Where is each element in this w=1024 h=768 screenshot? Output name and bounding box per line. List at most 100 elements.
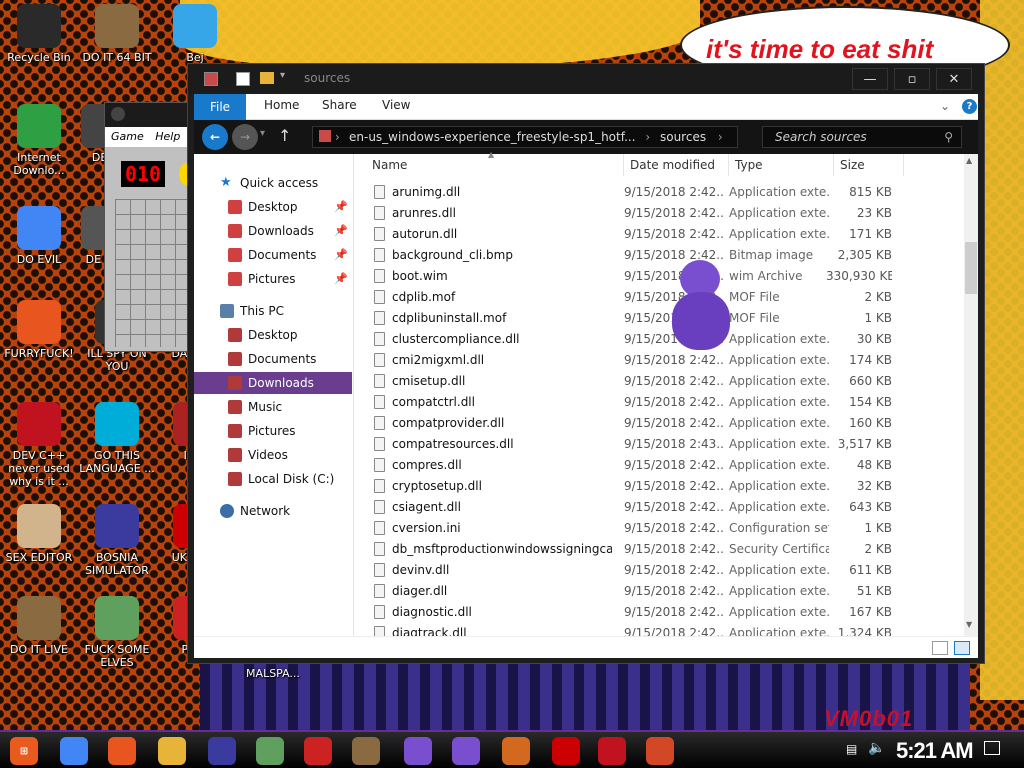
file-row[interactable]: cryptosetup.dll 9/15/2018 2:42... Applicat… [354,476,964,497]
desktop-icon[interactable]: Bej [156,4,234,64]
maximize-button[interactable]: ▫ [894,68,930,90]
tray-network-icon[interactable]: ▤ [846,742,857,756]
file-row[interactable]: compres.dll 9/15/2018 2:42... Application … [354,455,964,476]
nav-pc-videos[interactable]: Videos [194,444,352,466]
devcpp-icon[interactable] [598,737,626,765]
file-row[interactable]: background_cli.bmp 9/15/2018 2:42... Bitma… [354,245,964,266]
file-row[interactable]: compatresources.dll 9/15/2018 2:43... Appl… [354,434,964,455]
menu-help[interactable]: Help [155,130,180,143]
nav-pc-local-disk-c-[interactable]: Local Disk (C:) [194,468,352,490]
desktop-icon[interactable]: DEV C++ never used why is it ... [0,402,78,488]
file-row[interactable]: arunres.dll 9/15/2018 2:42... Application … [354,203,964,224]
file-row[interactable]: cdplib.mof 9/15/2018 2:42... MOF File 2 KB [354,287,964,308]
app-icon[interactable] [502,737,530,765]
file-row[interactable]: autorun.dll 9/15/2018 2:42... Application … [354,224,964,245]
column-header-size[interactable]: Size [834,154,904,176]
scroll-up-icon[interactable]: ▲ [966,156,972,165]
minesweeper-titlebar[interactable] [105,103,191,127]
desktop-icon[interactable]: BOSNIA SIMULATOR [78,504,156,577]
nav-pc-documents[interactable]: Documents [194,348,352,370]
customize-qat-icon[interactable]: ▾ [280,70,285,81]
pin-icon[interactable]: 📌 [334,244,348,266]
file-row[interactable]: diagtrack.dll 9/15/2018 2:42... Applicatio… [354,623,964,636]
expand-ribbon-icon[interactable]: ⌄ [940,99,950,113]
chrome-icon[interactable] [60,737,88,765]
pin-icon[interactable]: 📌 [334,196,348,218]
lady-icon[interactable] [352,737,380,765]
column-header-type[interactable]: Type [729,154,834,176]
column-header-date[interactable]: Date modified [624,154,729,176]
start-button[interactable]: ⊞ [10,737,38,765]
radiation-icon[interactable] [552,737,580,765]
bonzi-character[interactable] [668,260,734,358]
nav-quick-desktop[interactable]: Desktop 📌 [194,196,352,218]
help-icon[interactable]: ? [962,99,977,114]
nav-pc-downloads[interactable]: Downloads [194,372,352,394]
nav-quick-pictures[interactable]: Pictures 📌 [194,268,352,290]
bonzi-icon[interactable] [404,737,432,765]
nav-quick-access[interactable]: ★ Quick access [194,172,352,194]
desktop-icon[interactable]: DO IT LIVE [0,596,78,656]
breadcrumb[interactable]: › en-us_windows-experience_freestyle-sp1… [312,126,738,148]
file-row[interactable]: diagnostic.dll 9/15/2018 2:42... Applicati… [354,602,964,623]
file-row[interactable]: cmisetup.dll 9/15/2018 2:42... Application… [354,371,964,392]
close-button[interactable]: ✕ [936,68,972,90]
scroll-down-icon[interactable]: ▼ [966,620,972,629]
tab-share[interactable]: Share [322,98,357,112]
nav-quick-documents[interactable]: Documents 📌 [194,244,352,266]
vertical-scrollbar[interactable]: ▲ ▼ [964,154,978,636]
nav-network[interactable]: Network [194,500,352,522]
minesweeper-window[interactable]: Game Help 010 [104,102,193,352]
pin-icon[interactable]: 📌 [334,268,348,290]
notifications-icon[interactable] [984,741,1000,755]
file-row[interactable]: compatctrl.dll 9/15/2018 2:42... Applicati… [354,392,964,413]
elf-icon[interactable] [256,737,284,765]
clock[interactable]: 5:21 AM [896,738,974,764]
file-row[interactable]: boot.wim 9/15/2018 2:42... wim Archive 330,… [354,266,964,287]
nav-pc-desktop[interactable]: Desktop [194,324,352,346]
properties-icon[interactable] [236,72,250,86]
titlebar[interactable]: ▾ sources — ▫ ✕ [188,64,984,94]
file-row[interactable]: clustercompliance.dll 9/15/2018 2:42... Ap… [354,329,964,350]
file-row[interactable]: cversion.ini 9/15/2018 2:42... Configurati… [354,518,964,539]
desktop-icon[interactable]: SEX EDITOR [0,504,78,564]
volume-icon[interactable]: 🔈 [868,740,885,756]
file-row[interactable]: csiagent.dll 9/15/2018 2:42... Application… [354,497,964,518]
desktop-icon[interactable]: FUCK SOME ELVES [78,596,156,669]
firefox-icon[interactable] [108,737,136,765]
file-row[interactable]: diager.dll 9/15/2018 2:42... Application e… [354,581,964,602]
desktop-icon[interactable]: Recycle Bin [0,4,78,64]
back-button[interactable]: ← [202,124,228,150]
breadcrumb-parent[interactable]: en-us_windows-experience_freestyle-sp1_h… [349,130,636,144]
powerpoint-icon[interactable] [646,737,674,765]
up-button[interactable]: ↑ [278,126,291,145]
details-view-icon[interactable] [932,641,948,655]
search-input[interactable]: Search sources ⚲ [762,126,962,148]
tab-file[interactable]: File [194,94,246,120]
file-row[interactable]: arunimg.dll 9/15/2018 2:42... Application … [354,182,964,203]
pegg-icon[interactable] [304,737,332,765]
nav-this-pc[interactable]: This PC [194,300,352,322]
forward-button[interactable]: → [232,124,258,150]
bonzi2-icon[interactable] [452,737,480,765]
desktop-icon[interactable]: GO THIS LANGUAGE ... [78,402,156,475]
tab-view[interactable]: View [382,98,410,112]
recent-locations-icon[interactable]: ▾ [260,128,265,139]
bosnia-icon[interactable] [208,737,236,765]
new-folder-icon[interactable] [260,72,274,84]
desktop-icon[interactable]: DO IT 64 BIT [78,4,156,64]
nav-pc-pictures[interactable]: Pictures [194,420,352,442]
desktop-icon[interactable]: FURRYFUCK! [0,300,78,360]
file-row[interactable]: cdplibuninstall.mof9/15/2018 2:42...MOF … [354,308,964,329]
file-row[interactable]: compatprovider.dll 9/15/2018 2:42... Appli… [354,413,964,434]
file-row[interactable]: devinv.dll 9/15/2018 2:42... Application e… [354,560,964,581]
tab-home[interactable]: Home [264,98,299,112]
scroll-thumb[interactable] [965,242,977,294]
file-row[interactable]: cmi2migxml.dll 9/15/2018 2:42... Applicati… [354,350,964,371]
menu-game[interactable]: Game [111,130,144,143]
nav-quick-downloads[interactable]: Downloads 📌 [194,220,352,242]
minimize-button[interactable]: — [852,68,888,90]
file-row[interactable]: db_msftproductionwindowssigningca.cer 9/1… [354,539,964,560]
pin-icon[interactable]: 📌 [334,220,348,242]
nav-pc-music[interactable]: Music [194,396,352,418]
